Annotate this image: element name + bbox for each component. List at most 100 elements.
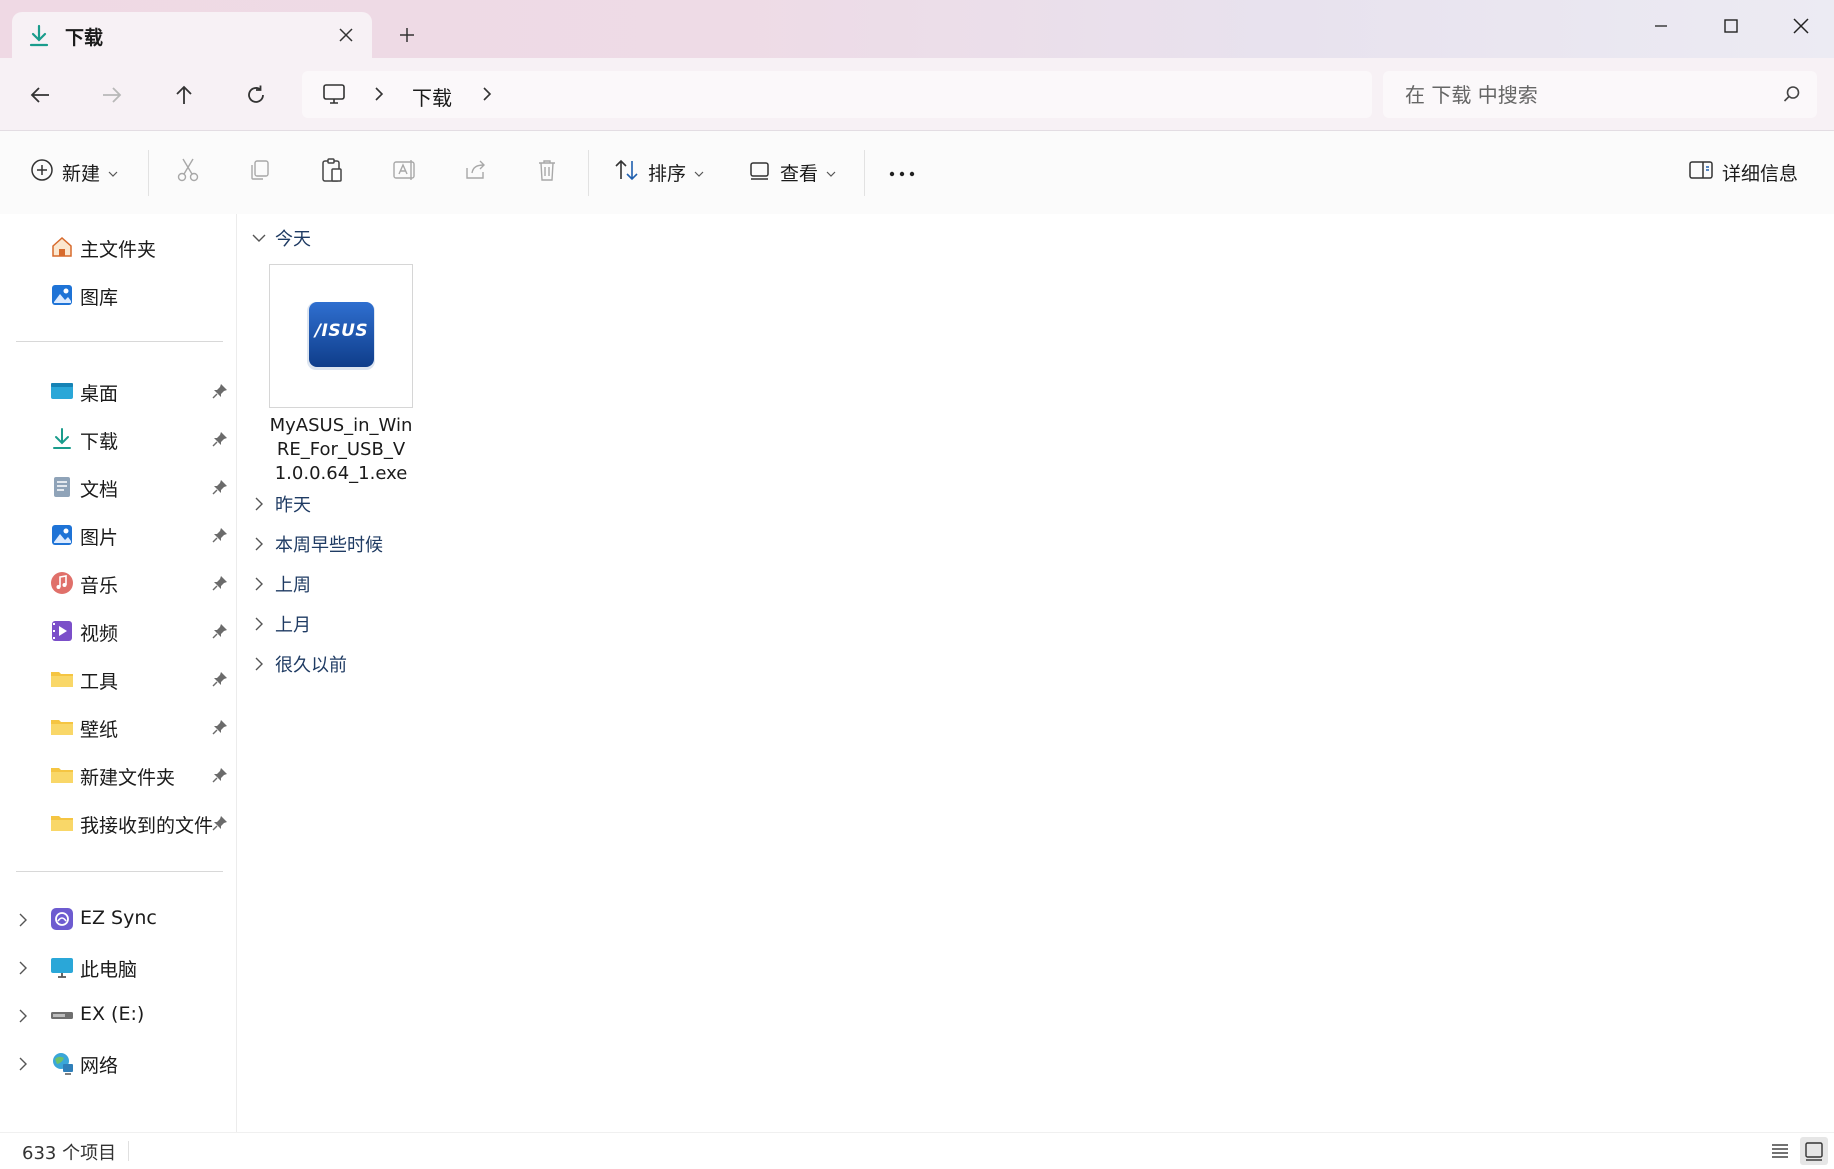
chevron-right-icon[interactable] bbox=[18, 960, 28, 979]
item-count: 633 个项目 bbox=[22, 1143, 117, 1164]
network-icon bbox=[50, 1051, 74, 1075]
large-icons-view-icon[interactable] bbox=[1800, 1137, 1828, 1165]
sidebar-item-network[interactable]: 网络 bbox=[0, 1043, 236, 1083]
sidebar-item-wallpaper[interactable]: 壁纸 bbox=[0, 707, 236, 747]
chevron-right-icon[interactable] bbox=[249, 657, 269, 671]
sidebar-item-downloads[interactable]: 下载 bbox=[0, 419, 236, 459]
sidebar-item-pictures[interactable]: 图片 bbox=[0, 515, 236, 555]
status-bar: 633 个项目 bbox=[0, 1132, 1834, 1169]
cut-button[interactable] bbox=[176, 154, 200, 190]
details-pane-button[interactable]: 详细信息 bbox=[1688, 154, 1798, 190]
group-header-long-ago[interactable]: 很久以前 bbox=[249, 648, 347, 680]
file-name: MyASUS_in_WinRE_For_USB_V1.0.0.64_1.exe bbox=[269, 415, 413, 484]
sidebar-item-documents[interactable]: 文档 bbox=[0, 467, 236, 507]
plus-circle-icon bbox=[30, 158, 54, 187]
back-icon[interactable] bbox=[20, 78, 60, 112]
chevron-right-icon[interactable] bbox=[249, 577, 269, 591]
breadcrumb-item-downloads[interactable]: 下载 bbox=[412, 82, 452, 111]
maximize-icon[interactable] bbox=[1696, 6, 1766, 46]
monitor-icon[interactable] bbox=[322, 82, 346, 110]
chevron-right-icon[interactable] bbox=[249, 537, 269, 551]
more-options-button[interactable] bbox=[888, 154, 916, 190]
pin-icon[interactable] bbox=[212, 719, 228, 739]
minimize-icon[interactable] bbox=[1626, 6, 1696, 46]
pin-icon[interactable] bbox=[212, 527, 228, 547]
folder-icon bbox=[50, 667, 74, 691]
folder-icon bbox=[50, 811, 74, 835]
sidebar-item-new-folder[interactable]: 新建文件夹 bbox=[0, 755, 236, 795]
sidebar-item-ez-sync[interactable]: EZ Sync bbox=[0, 899, 236, 939]
chevron-down-icon bbox=[826, 161, 836, 183]
asus-logo-text: /ISUS bbox=[314, 321, 369, 341]
scissors-icon bbox=[176, 157, 200, 188]
group-header-earlier-this-week[interactable]: 本周早些时候 bbox=[249, 528, 383, 560]
pin-icon[interactable] bbox=[212, 479, 228, 499]
new-button[interactable]: 新建 bbox=[30, 154, 118, 190]
folder-icon bbox=[50, 763, 74, 787]
new-tab-icon[interactable] bbox=[394, 22, 420, 48]
forward-icon[interactable] bbox=[92, 78, 132, 112]
group-header-last-month[interactable]: 上月 bbox=[249, 608, 311, 640]
pin-icon[interactable] bbox=[212, 623, 228, 643]
chevron-right-icon[interactable] bbox=[18, 1008, 28, 1027]
details-pane-icon bbox=[1688, 159, 1714, 186]
sidebar-divider bbox=[16, 341, 223, 342]
share-button[interactable] bbox=[464, 154, 488, 190]
copy-button[interactable] bbox=[248, 154, 272, 190]
sidebar-item-drive-e[interactable]: EX (E:) bbox=[0, 995, 236, 1035]
toolbar-separator bbox=[588, 150, 589, 196]
search-icon[interactable] bbox=[1783, 85, 1801, 107]
gallery-icon bbox=[50, 283, 74, 307]
sidebar-item-tools[interactable]: 工具 bbox=[0, 659, 236, 699]
pin-icon[interactable] bbox=[212, 767, 228, 787]
paste-button[interactable] bbox=[320, 154, 344, 190]
copy-icon bbox=[248, 158, 272, 187]
group-header-yesterday[interactable]: 昨天 bbox=[249, 488, 311, 520]
sidebar-item-home[interactable]: 主文件夹 bbox=[0, 227, 236, 267]
clipboard-icon bbox=[320, 157, 344, 188]
up-icon[interactable] bbox=[164, 78, 204, 112]
details-view-icon[interactable] bbox=[1766, 1137, 1794, 1165]
new-label: 新建 bbox=[62, 162, 101, 185]
sidebar-item-desktop[interactable]: 桌面 bbox=[0, 371, 236, 411]
pin-icon[interactable] bbox=[212, 383, 228, 403]
chevron-right-icon[interactable] bbox=[249, 497, 269, 511]
close-tab-icon[interactable] bbox=[334, 23, 358, 47]
chevron-right-icon[interactable] bbox=[374, 86, 384, 106]
breadcrumb[interactable]: 下载 bbox=[302, 71, 1372, 118]
pin-icon[interactable] bbox=[212, 575, 228, 595]
videos-folder-icon bbox=[50, 619, 74, 643]
search-input[interactable] bbox=[1403, 81, 1767, 109]
sort-button[interactable]: 排序 bbox=[614, 154, 704, 190]
sidebar-item-received-files[interactable]: 我接收到的文件 bbox=[0, 803, 236, 843]
rename-button[interactable] bbox=[392, 154, 418, 190]
refresh-icon[interactable] bbox=[236, 78, 276, 112]
view-label: 查看 bbox=[780, 162, 819, 185]
close-window-icon[interactable] bbox=[1766, 6, 1834, 46]
chevron-right-icon[interactable] bbox=[482, 86, 492, 106]
tab-downloads[interactable]: 下载 bbox=[12, 12, 372, 58]
view-button[interactable]: 查看 bbox=[748, 154, 836, 190]
sidebar-item-gallery[interactable]: 图库 bbox=[0, 275, 236, 315]
file-item[interactable]: /ISUS MyASUS_in_WinRE_For_USB_V1.0.0.64_… bbox=[269, 264, 413, 484]
chevron-right-icon[interactable] bbox=[18, 912, 28, 931]
pin-icon[interactable] bbox=[212, 815, 228, 835]
chevron-down-icon bbox=[694, 161, 704, 183]
delete-button[interactable] bbox=[536, 154, 558, 190]
group-header-last-week[interactable]: 上周 bbox=[249, 568, 311, 600]
sidebar-item-this-pc[interactable]: 此电脑 bbox=[0, 947, 236, 987]
chevron-right-icon[interactable] bbox=[18, 1056, 28, 1075]
share-icon bbox=[464, 158, 488, 187]
pin-icon[interactable] bbox=[212, 431, 228, 451]
sidebar-item-music[interactable]: 音乐 bbox=[0, 563, 236, 603]
group-header-today[interactable]: 今天 bbox=[249, 222, 311, 254]
home-icon bbox=[50, 235, 74, 259]
drive-icon bbox=[50, 1003, 74, 1027]
documents-folder-icon bbox=[50, 475, 74, 499]
command-bar bbox=[0, 130, 1834, 215]
chevron-down-icon[interactable] bbox=[249, 233, 269, 243]
sidebar-item-videos[interactable]: 视频 bbox=[0, 611, 236, 651]
pin-icon[interactable] bbox=[212, 671, 228, 691]
desktop-folder-icon bbox=[50, 379, 74, 403]
chevron-right-icon[interactable] bbox=[249, 617, 269, 631]
